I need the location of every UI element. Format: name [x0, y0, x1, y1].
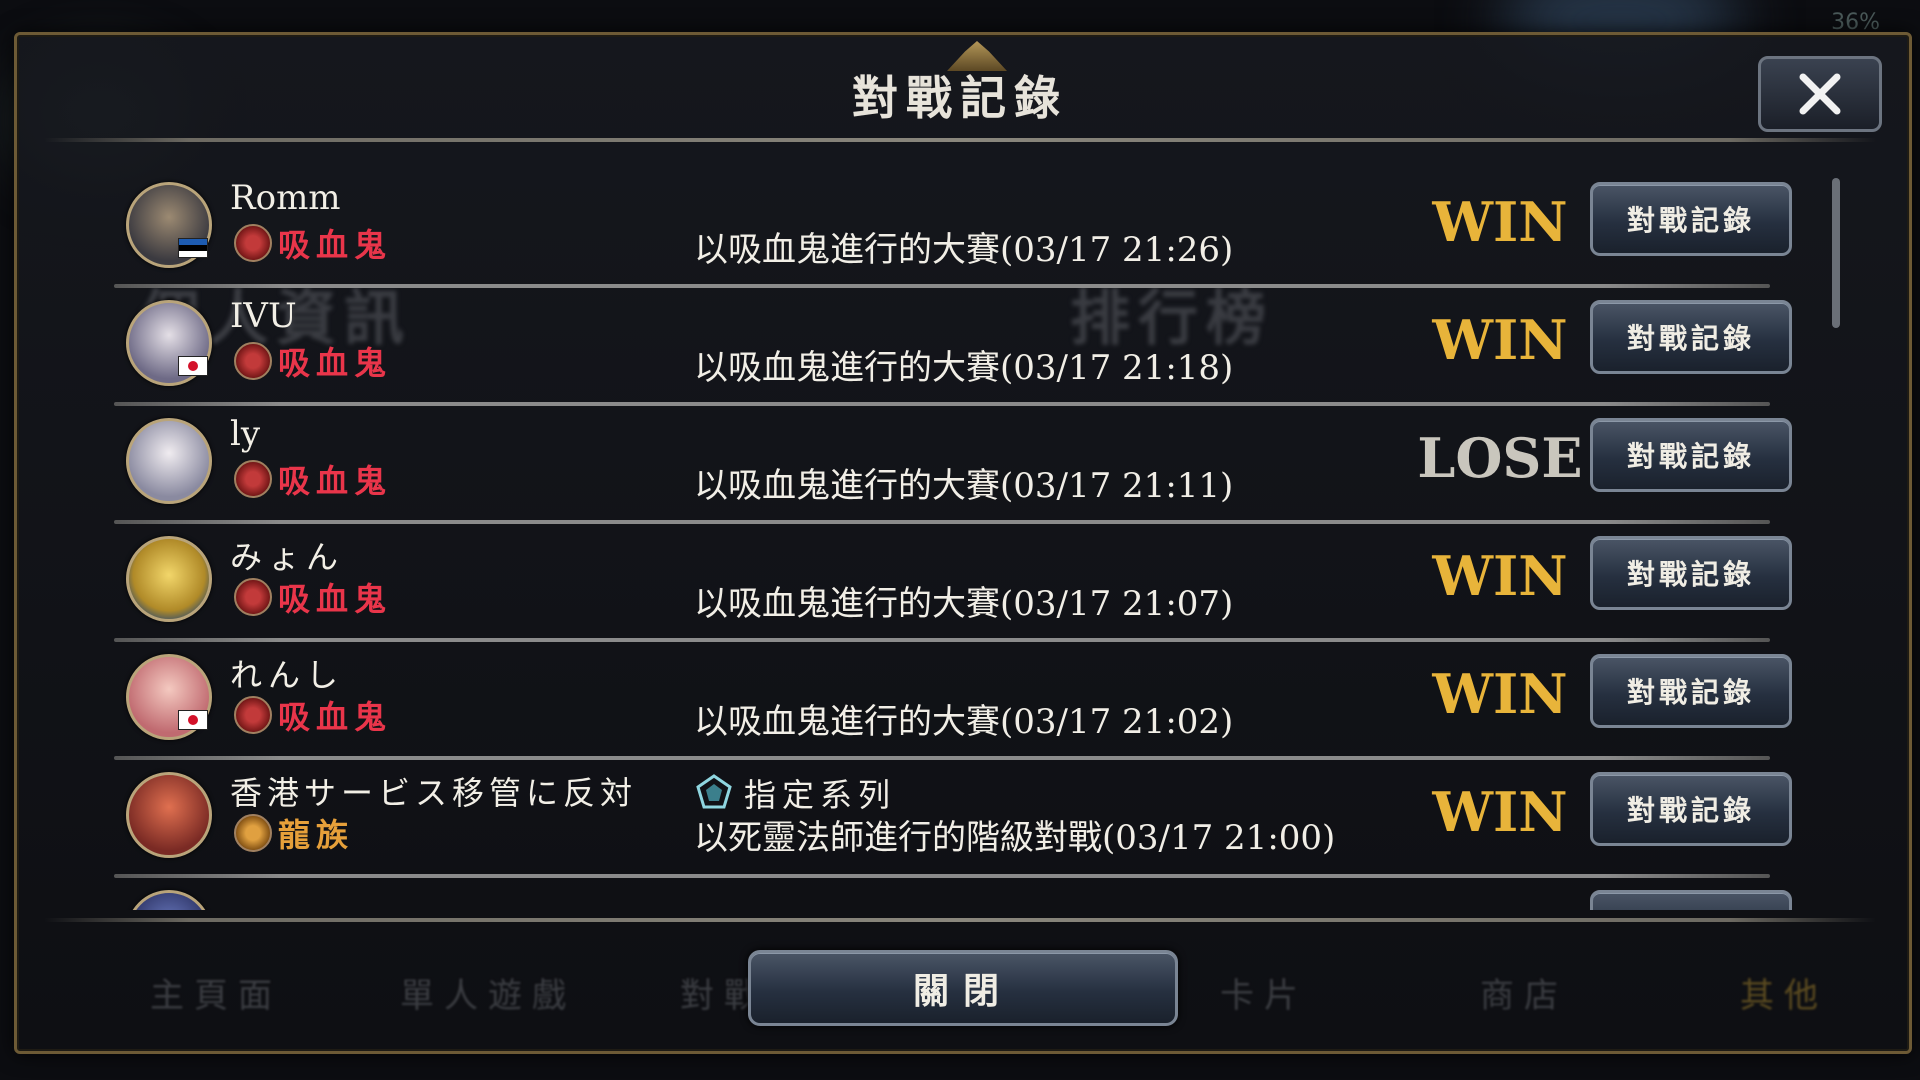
class-name: 吸血鬼	[278, 344, 393, 382]
estonia-flag-icon	[178, 238, 208, 258]
class-name: 吸血鬼	[278, 580, 393, 618]
vampire-class-icon	[234, 460, 272, 498]
match-result: WIN	[1432, 190, 1568, 254]
battle-record-button[interactable]: 對戰記錄	[1590, 182, 1792, 256]
avatar[interactable]	[126, 418, 212, 504]
record-row[interactable]: IVU 吸血鬼 以吸血鬼進行的大賽(03/17 21:18) WIN 對戰記錄	[70, 288, 1810, 406]
battle-record-button[interactable]: 對戰記錄	[1590, 536, 1792, 610]
record-row[interactable]: 香港サービス移管に反対 龍族 指定系列 以死靈法師進行的階級對戰(03/17 2…	[70, 760, 1810, 878]
nav-solo: 單人遊戲	[400, 976, 576, 1016]
class-name: 吸血鬼	[278, 226, 393, 264]
vampire-class-icon	[234, 696, 272, 734]
match-description: 以吸血鬼進行的大賽(03/17 21:07)	[694, 584, 1234, 624]
vampire-class-icon	[234, 578, 272, 616]
scrollbar[interactable]	[1832, 178, 1840, 328]
player-name: ly	[230, 414, 261, 454]
avatar[interactable]	[126, 772, 212, 858]
match-description: 以吸血鬼進行的大賽(03/17 21:26)	[694, 230, 1234, 270]
match-description: 以死靈法師進行的階級對戰(03/17 21:00)	[694, 818, 1336, 858]
record-row[interactable]	[70, 878, 1810, 910]
match-description: 以吸血鬼進行的大賽(03/17 21:18)	[694, 348, 1234, 388]
record-row[interactable]: みょん 吸血鬼 以吸血鬼進行的大賽(03/17 21:07) WIN 對戰記錄	[70, 524, 1810, 642]
battle-record-button[interactable]: 對戰記錄	[1590, 772, 1792, 846]
player-name: みょん	[230, 538, 345, 576]
dialog-title: 對戰記錄	[852, 71, 1068, 125]
record-list[interactable]: Romm 吸血鬼 以吸血鬼進行的大賽(03/17 21:26) WIN 對戰記錄…	[70, 170, 1830, 910]
player-name: 香港サービス移管に反対	[230, 774, 638, 812]
record-row[interactable]: ly 吸血鬼 以吸血鬼進行的大賽(03/17 21:11) LOSE 對戰記錄	[70, 406, 1810, 524]
class-name: 吸血鬼	[278, 698, 393, 736]
class-name: 吸血鬼	[278, 462, 393, 500]
close-dialog-button[interactable]: 關閉	[748, 950, 1178, 1026]
japan-flag-icon	[178, 356, 208, 376]
vampire-class-icon	[234, 342, 272, 380]
nav-cards: 卡片	[1220, 976, 1308, 1016]
record-row[interactable]: Romm 吸血鬼 以吸血鬼進行的大賽(03/17 21:26) WIN 對戰記錄	[70, 170, 1810, 288]
record-row[interactable]: れんし 吸血鬼 以吸血鬼進行的大賽(03/17 21:02) WIN 對戰記錄	[70, 642, 1810, 760]
match-result: LOSE	[1417, 426, 1583, 490]
japan-flag-icon	[178, 710, 208, 730]
player-name: IVU	[230, 296, 297, 336]
match-result: WIN	[1432, 662, 1568, 726]
battle-record-button[interactable]	[1590, 890, 1792, 910]
rotation-format-icon	[696, 774, 732, 809]
dragon-class-icon	[234, 814, 272, 852]
battle-record-button[interactable]: 對戰記錄	[1590, 654, 1792, 728]
vampire-class-icon	[234, 224, 272, 262]
match-description: 以吸血鬼進行的大賽(03/17 21:02)	[694, 702, 1234, 742]
close-icon	[1799, 73, 1841, 115]
match-description: 以吸血鬼進行的大賽(03/17 21:11)	[694, 466, 1234, 506]
avatar[interactable]	[126, 890, 212, 910]
player-name: Romm	[230, 178, 341, 218]
nav-home: 主頁面	[150, 976, 282, 1016]
class-name: 龍族	[278, 816, 355, 854]
match-result: WIN	[1432, 308, 1568, 372]
nav-shop: 商店	[1480, 976, 1568, 1016]
player-name: れんし	[230, 656, 345, 694]
nav-other: 其他	[1740, 976, 1828, 1016]
battle-record-button[interactable]: 對戰記錄	[1590, 300, 1792, 374]
match-result: WIN	[1432, 544, 1568, 608]
battle-record-button[interactable]: 對戰記錄	[1590, 418, 1792, 492]
divider	[44, 138, 1876, 142]
close-button[interactable]	[1758, 56, 1882, 132]
divider	[44, 918, 1876, 922]
match-result: WIN	[1432, 780, 1568, 844]
avatar[interactable]	[126, 536, 212, 622]
